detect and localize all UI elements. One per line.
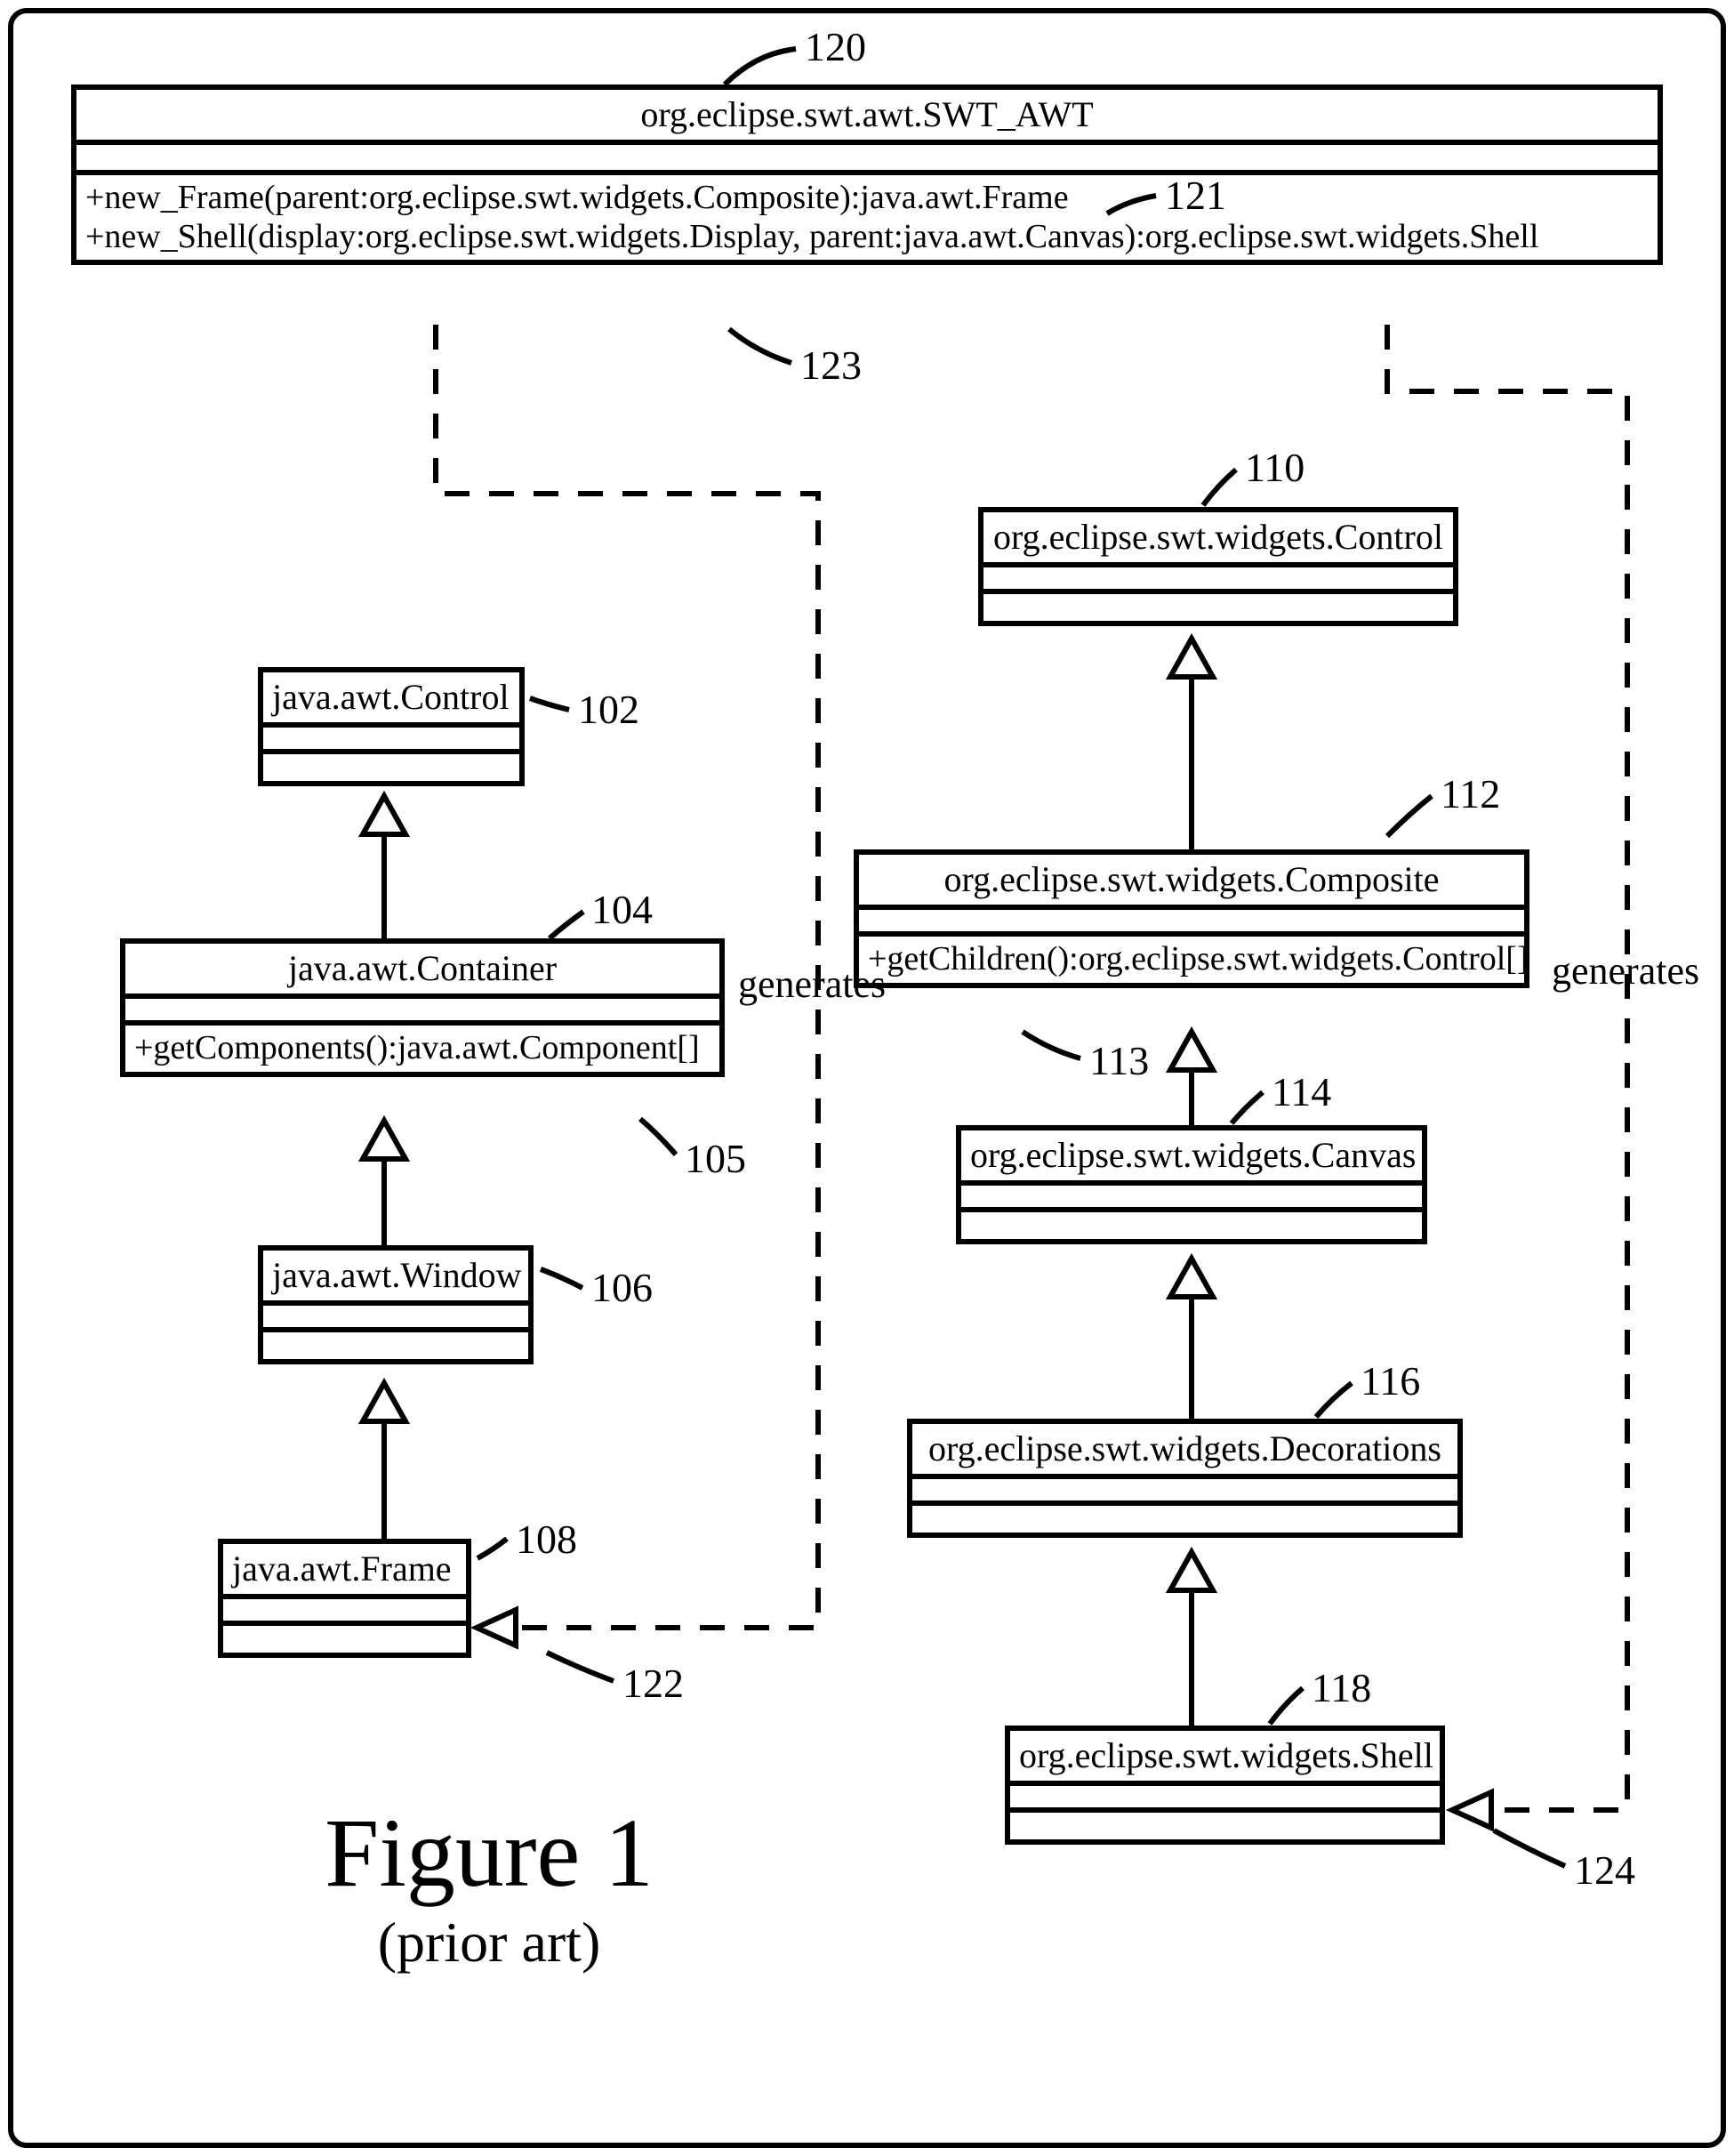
class-attrs xyxy=(912,1479,1457,1506)
callout-110: 110 xyxy=(1245,447,1305,488)
op-new-frame: +new_Frame(parent:org.eclipse.swt.widget… xyxy=(85,179,1649,218)
uml-swt-decorations: org.eclipse.swt.widgets.Decorations xyxy=(907,1419,1463,1538)
op-get-components: +getComponents():java.awt.Component[] xyxy=(134,1029,710,1068)
figure-caption: Figure 1 (prior art) xyxy=(249,1797,729,1975)
label-generates-left: generates xyxy=(738,965,886,1004)
callout-118: 118 xyxy=(1312,1668,1371,1709)
class-title: java.awt.Window xyxy=(263,1251,528,1306)
class-ops xyxy=(263,1332,528,1359)
figure-subtitle: (prior art) xyxy=(249,1910,729,1975)
class-attrs xyxy=(263,728,519,754)
uml-swt-awt: org.eclipse.swt.awt.SWT_AWT +new_Frame(p… xyxy=(71,84,1663,265)
class-attrs xyxy=(125,999,719,1026)
class-title: java.awt.Frame xyxy=(223,1544,466,1599)
class-attrs xyxy=(223,1599,466,1626)
class-title: java.awt.Container xyxy=(125,944,719,999)
uml-swt-control: org.eclipse.swt.widgets.Control xyxy=(978,507,1458,626)
uml-swt-composite: org.eclipse.swt.widgets.Composite +getCh… xyxy=(854,849,1529,988)
uml-awt-container: java.awt.Container +getComponents():java… xyxy=(120,938,725,1077)
class-ops xyxy=(263,754,519,781)
class-ops xyxy=(1010,1813,1440,1839)
callout-105: 105 xyxy=(685,1138,746,1179)
callout-108: 108 xyxy=(516,1519,577,1560)
callout-112: 112 xyxy=(1441,774,1500,815)
callout-121: 121 xyxy=(1165,175,1226,216)
class-attrs xyxy=(1010,1786,1440,1813)
class-attrs xyxy=(961,1186,1422,1212)
class-ops xyxy=(961,1212,1422,1239)
callout-104: 104 xyxy=(591,889,653,930)
callout-124: 124 xyxy=(1574,1850,1635,1891)
class-ops xyxy=(223,1626,466,1653)
callout-122: 122 xyxy=(622,1663,684,1704)
callout-123: 123 xyxy=(800,345,862,386)
class-title: org.eclipse.swt.widgets.Composite xyxy=(859,855,1524,910)
op-get-children: +getChildren():org.eclipse.swt.widgets.C… xyxy=(868,940,1515,979)
uml-awt-control: java.awt.Control xyxy=(258,667,525,786)
class-attrs xyxy=(859,910,1524,937)
callout-114: 114 xyxy=(1272,1072,1331,1113)
class-attrs xyxy=(983,567,1453,594)
class-attrs xyxy=(76,145,1658,175)
class-title: org.eclipse.swt.widgets.Decorations xyxy=(912,1424,1457,1479)
uml-awt-window: java.awt.Window xyxy=(258,1245,534,1364)
callout-102: 102 xyxy=(578,689,639,730)
uml-swt-shell: org.eclipse.swt.widgets.Shell xyxy=(1005,1726,1445,1845)
callout-120: 120 xyxy=(805,27,866,68)
class-ops: +new_Frame(parent:org.eclipse.swt.widget… xyxy=(76,175,1658,260)
op-new-shell: +new_Shell(display:org.eclipse.swt.widge… xyxy=(85,218,1649,257)
class-ops xyxy=(912,1506,1457,1533)
class-title: org.eclipse.swt.widgets.Control xyxy=(983,512,1453,567)
label-generates-right: generates xyxy=(1552,952,1699,991)
class-title: org.eclipse.swt.widgets.Shell xyxy=(1010,1731,1440,1786)
class-ops: +getComponents():java.awt.Component[] xyxy=(125,1026,719,1072)
callout-116: 116 xyxy=(1361,1361,1420,1402)
class-title: org.eclipse.swt.widgets.Canvas xyxy=(961,1130,1422,1186)
class-title: org.eclipse.swt.awt.SWT_AWT xyxy=(76,90,1658,145)
class-title: java.awt.Control xyxy=(263,672,519,728)
callout-113: 113 xyxy=(1089,1041,1149,1082)
uml-swt-canvas: org.eclipse.swt.widgets.Canvas xyxy=(956,1125,1427,1244)
class-ops: +getChildren():org.eclipse.swt.widgets.C… xyxy=(859,937,1524,983)
uml-awt-frame: java.awt.Frame xyxy=(218,1539,471,1658)
figure-title: Figure 1 xyxy=(249,1797,729,1910)
class-ops xyxy=(983,594,1453,621)
callout-106: 106 xyxy=(591,1267,653,1308)
class-attrs xyxy=(263,1306,528,1332)
